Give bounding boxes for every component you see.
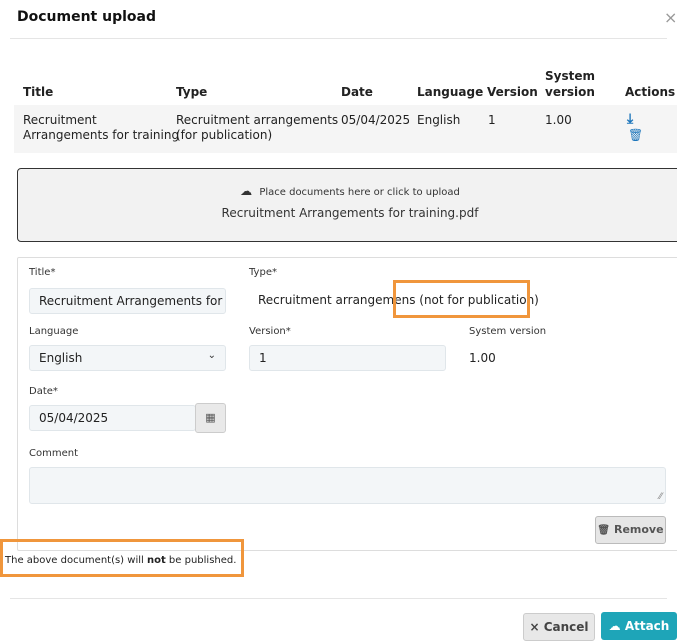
column-header-version: Version	[487, 85, 538, 99]
title-input[interactable]: Recruitment Arrangements for tra	[29, 288, 226, 314]
column-header-title: Title	[23, 85, 54, 99]
column-header-type: Type	[176, 85, 208, 99]
calendar-icon[interactable]: ▦	[195, 403, 226, 433]
dropzone-filename: Recruitment Arrangements for training.pd…	[221, 206, 479, 220]
language-label: Language	[29, 326, 79, 337]
row-date: 05/04/2025	[341, 113, 411, 127]
attach-button[interactable]: ☁ Attach	[601, 612, 677, 640]
dropzone-instruction: ☁ Place documents here or click to uploa…	[240, 184, 460, 198]
header-divider	[10, 38, 667, 39]
dialog-title: Document upload	[17, 9, 156, 25]
language-select[interactable]: English ⌄	[29, 345, 226, 371]
close-icon[interactable]: ×	[664, 8, 677, 27]
column-header-language: Language	[417, 85, 484, 99]
upload-dropzone[interactable]: ☁ Place documents here or click to uploa…	[17, 168, 677, 242]
cloud-upload-icon: ☁	[240, 184, 253, 198]
publication-notice: The above document(s) will not be publis…	[5, 555, 237, 566]
column-header-date: Date	[341, 85, 373, 99]
trash-icon[interactable]: 🗑	[628, 128, 643, 142]
close-icon: ×	[529, 620, 540, 634]
title-label: Title*	[29, 267, 56, 278]
footer-divider	[10, 598, 667, 599]
cancel-button[interactable]: × Cancel	[523, 613, 595, 641]
row-type: Recruitment arrangements (for publicatio…	[176, 113, 339, 142]
highlight-box-type	[393, 280, 530, 318]
column-header-system-version-2: version	[545, 85, 595, 99]
type-label: Type*	[249, 267, 277, 278]
column-header-system-version-1: System	[545, 69, 595, 83]
row-title: Recruitment Arrangements for training	[23, 113, 180, 142]
date-input[interactable]: 05/04/2025	[29, 405, 196, 431]
trash-icon: 🗑	[597, 525, 611, 536]
comment-label: Comment	[29, 448, 78, 459]
column-header-actions: Actions	[625, 85, 676, 99]
date-label: Date*	[29, 386, 58, 397]
row-system-version: 1.00	[545, 113, 572, 127]
row-version: 1	[488, 113, 496, 127]
system-version-value: 1.00	[469, 351, 496, 365]
comment-textarea[interactable]: ⁄⁄	[29, 467, 666, 504]
remove-button[interactable]: 🗑 Remove	[595, 516, 666, 544]
cloud-upload-icon: ☁	[608, 619, 621, 633]
system-version-label: System version	[469, 326, 547, 337]
row-language: English	[417, 113, 461, 127]
version-input[interactable]: 1	[249, 345, 446, 371]
chevron-down-icon: ⌄	[207, 350, 216, 361]
resize-handle-icon: ⁄⁄	[658, 492, 662, 502]
version-label: Version*	[249, 326, 291, 337]
download-icon[interactable]: ⤓	[627, 111, 633, 127]
